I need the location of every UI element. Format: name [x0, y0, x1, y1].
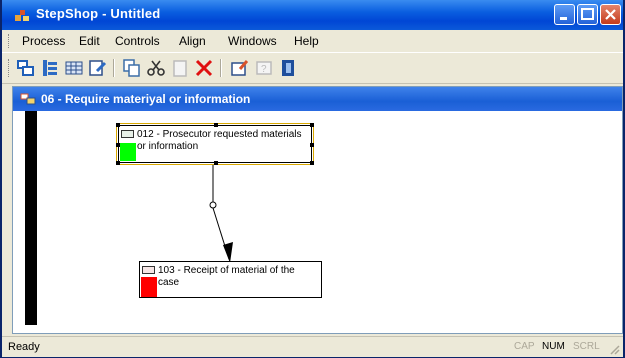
menu-align[interactable]: Align: [179, 34, 206, 48]
toolbar-separator: [220, 59, 222, 77]
cap-indicator: CAP: [514, 341, 535, 352]
process-window: 06 - Require materiyal or information 01…: [12, 86, 623, 334]
resize-handle[interactable]: [116, 143, 120, 147]
menu-bar: Process Edit Controls Align Windows Help: [2, 30, 623, 52]
process-canvas[interactable]: 012 - Prosecutor requested materials or …: [13, 111, 622, 333]
status-text: Ready: [8, 341, 40, 353]
resize-handle[interactable]: [310, 161, 314, 165]
delete-icon[interactable]: [194, 58, 214, 78]
menu-edit[interactable]: Edit: [79, 34, 100, 48]
properties-icon[interactable]: [40, 58, 60, 78]
resize-handle[interactable]: [116, 123, 120, 127]
settings-icon[interactable]: [230, 58, 250, 78]
cut-icon[interactable]: [146, 58, 166, 78]
svg-text:?: ?: [261, 64, 267, 75]
paste-icon[interactable]: [170, 58, 190, 78]
exit-icon[interactable]: [278, 58, 298, 78]
new-process-icon[interactable]: [16, 58, 36, 78]
step-icon: [142, 266, 155, 274]
menu-windows[interactable]: Windows: [228, 34, 277, 48]
num-indicator: NUM: [542, 341, 565, 352]
step-connector[interactable]: [13, 111, 622, 333]
scrl-indicator: SCRL: [573, 341, 600, 352]
resize-handle[interactable]: [116, 161, 120, 165]
resize-handle[interactable]: [214, 161, 218, 165]
resize-handle[interactable]: [310, 143, 314, 147]
toolbar-separator: [113, 59, 115, 77]
window-title: StepShop - Untitled: [36, 6, 161, 21]
step-label: 103 - Receipt of material of the case: [158, 265, 295, 288]
step-label: 012 - Prosecutor requested materials or …: [137, 129, 302, 152]
edit-icon[interactable]: [88, 58, 108, 78]
close-button[interactable]: [600, 4, 621, 25]
step-color-block: [120, 143, 136, 161]
app-icon: [15, 10, 29, 21]
status-bar: Ready CAP NUM SCRL: [2, 336, 623, 357]
menu-process[interactable]: Process: [22, 34, 65, 48]
title-bar[interactable]: StepShop - Untitled: [2, 0, 623, 30]
resize-handle[interactable]: [310, 123, 314, 127]
minimize-button[interactable]: [554, 4, 575, 25]
maximize-button[interactable]: [577, 4, 598, 25]
help-icon[interactable]: ?: [254, 58, 274, 78]
main-window: StepShop - Untitled Process Edit Control…: [0, 0, 625, 358]
menu-help[interactable]: Help: [294, 34, 319, 48]
toolbar-grip: [8, 59, 11, 77]
step-icon: [121, 130, 134, 138]
menu-controls[interactable]: Controls: [115, 34, 160, 48]
process-window-title-bar[interactable]: 06 - Require materiyal or information: [13, 87, 622, 111]
step-color-block: [141, 277, 157, 297]
toolbar: ?: [2, 52, 623, 84]
copy-icon[interactable]: [122, 58, 142, 78]
minimize-icon: [560, 17, 567, 20]
process-icon: [20, 93, 36, 105]
maximize-icon: [581, 8, 594, 20]
step-box[interactable]: 012 - Prosecutor requested materials or …: [116, 123, 314, 165]
grid-icon[interactable]: [64, 58, 84, 78]
step-box[interactable]: 103 - Receipt of material of the case: [139, 261, 322, 298]
process-window-title: 06 - Require materiyal or information: [41, 92, 251, 106]
menu-grip: [8, 34, 11, 48]
resize-grip-icon[interactable]: [608, 343, 620, 355]
resize-handle[interactable]: [214, 123, 218, 127]
close-icon: [605, 9, 616, 20]
